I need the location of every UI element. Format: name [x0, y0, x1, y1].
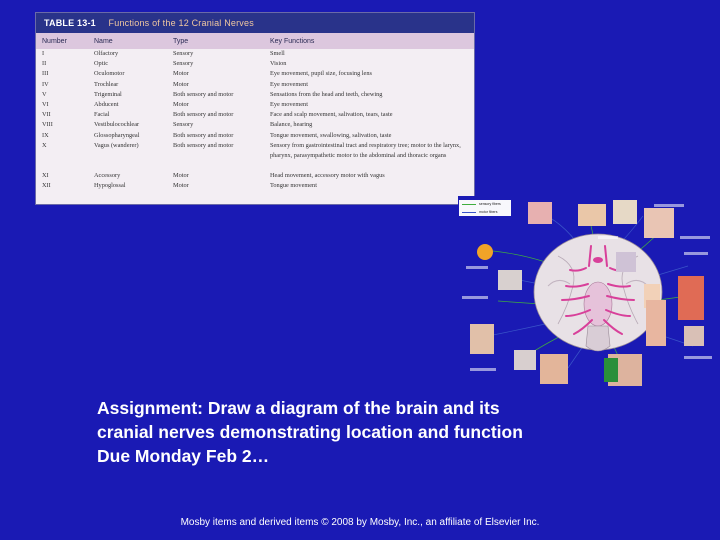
table-number: TABLE 13-1: [44, 18, 96, 28]
cell-name: Olfactory: [94, 50, 119, 57]
cell-number: IX: [42, 131, 49, 139]
cell-name: Facial: [94, 111, 110, 119]
assignment-line-1: Assignment: Draw a diagram of the brain …: [97, 398, 500, 418]
table-row: VI Abducent Motor Eye movement: [36, 100, 474, 110]
cell-name: Hypoglossal: [94, 182, 126, 190]
cell-key-functions: Sensory from gastrointestinal tract and …: [270, 141, 461, 160]
eye-thumbnail: [477, 244, 493, 260]
assignment-line-3: Due Monday Feb 2…: [97, 446, 270, 466]
cell-type: Motor: [173, 182, 189, 190]
cell-key-functions: Vision: [270, 60, 287, 68]
cell-number: XI: [42, 172, 49, 180]
assignment-text: Assignment: Draw a diagram of the brain …: [97, 396, 657, 468]
cell-type: Both sensory and motor: [173, 111, 234, 119]
cell-type: Both sensory and motor: [173, 90, 234, 98]
cell-number: V: [42, 90, 47, 98]
header-type: Type: [167, 33, 264, 49]
cell-key-functions: Tongue movement: [270, 182, 317, 190]
cell-type: Sensory: [173, 121, 194, 129]
cell-key-functions: Head movement, accessory motor with vagu…: [270, 172, 385, 180]
copyright-footer: Mosby items and derived items © 2008 by …: [180, 517, 540, 528]
cell-type: Motor: [173, 80, 189, 88]
table-row: V Trigeminal Both sensory and motor Sensati…: [36, 90, 474, 100]
cell-number: VI: [42, 101, 49, 109]
header-number: Number: [36, 33, 88, 49]
diagram-legend: sensory fibers motor fibers: [459, 200, 511, 216]
cell-name: Glossopharyngeal: [94, 131, 140, 139]
cell-name: Abducent: [94, 101, 119, 109]
table-caption: Functions of the 12 Cranial Nerves: [108, 18, 254, 28]
legend-item-motor: motor fibers: [459, 208, 511, 216]
table-row: XI Accessory Motor Head movement, accessory…: [36, 171, 474, 181]
cranial-nerves-table: TABLE 13-1 Functions of the 12 Cranial N…: [35, 12, 475, 205]
legend-item-sensory: sensory fibers: [459, 200, 511, 208]
cell-name: Vagus (wanderer): [94, 141, 139, 149]
cell-name: Accessory: [94, 172, 121, 180]
table-row: VIII Vestibulocochlear Sensory Balance, hea…: [36, 120, 474, 130]
legend-label-sensory: sensory fibers: [479, 202, 501, 206]
cell-key-functions: Face and scalp movement, salivation, tea…: [270, 111, 393, 119]
motor-swatch: [462, 211, 476, 213]
cell-name: Trigeminal: [94, 90, 122, 98]
table-row: VII Facial Both sensory and motor Face and …: [36, 110, 474, 120]
table-row: IX Glossopharyngeal Both sensory and motor…: [36, 131, 474, 141]
table-row: X Vagus (wanderer) Both sensory and motor S…: [36, 141, 474, 161]
cell-number: VIII: [42, 121, 53, 129]
table-row: XII Hypoglossal Motor Tongue movement: [36, 181, 474, 191]
cell-name: Trochlear: [94, 80, 119, 88]
cell-type: Both sensory and motor: [173, 131, 234, 139]
header-key-functions: Key Functions: [264, 33, 474, 49]
cell-key-functions: Eye movement: [270, 80, 308, 88]
cell-name: Optic: [94, 60, 108, 68]
brain-illustration: [533, 233, 663, 352]
cell-type: Motor: [173, 172, 189, 180]
header-name: Name: [88, 33, 167, 49]
cell-name: Vestibulocochlear: [94, 121, 140, 129]
legend-label-motor: motor fibers: [479, 210, 498, 214]
table-grid: Number Name Type Key Functions I Olfactor…: [36, 33, 474, 192]
table-row: III Oculomotor Motor Eye movement, pupil si…: [36, 69, 474, 79]
table-row: II Optic Sensory Vision: [36, 59, 474, 69]
cell-key-functions: Eye movement: [270, 101, 308, 109]
cell-number: IV: [42, 80, 49, 88]
table-row: IV Trochlear Motor Eye movement: [36, 80, 474, 90]
cell-type: Motor: [173, 70, 189, 78]
assignment-line-2: cranial nerves demonstrating location an…: [97, 422, 523, 442]
table-header-row: Number Name Type Key Functions: [36, 33, 474, 49]
cell-type: Both sensory and motor: [173, 141, 234, 149]
table-row: I Olfactory Sensory Smell: [36, 49, 474, 59]
table-spacer-row: [36, 161, 474, 171]
cell-type: Sensory: [173, 50, 194, 57]
cell-name: Oculomotor: [94, 70, 125, 78]
cell-number: VII: [42, 111, 51, 119]
sensory-swatch: [462, 203, 476, 205]
cell-key-functions: Eye movement, pupil size, focusing lens: [270, 70, 372, 78]
cell-key-functions: Balance, hearing: [270, 121, 313, 129]
cell-key-functions: Smell: [270, 50, 285, 57]
cell-key-functions: Tongue movement, swallowing, salivation,…: [270, 131, 392, 139]
cell-number: X: [42, 141, 47, 149]
cell-number: XII: [42, 182, 51, 190]
cell-number: II: [42, 60, 47, 68]
table-title-bar: TABLE 13-1 Functions of the 12 Cranial N…: [36, 13, 474, 33]
brain-cranial-nerves-diagram: [458, 196, 720, 390]
cell-number: I: [42, 50, 45, 57]
cell-type: Sensory: [173, 60, 194, 68]
cell-key-functions: Sensations from the head and teeth, chew…: [270, 90, 383, 98]
cell-number: III: [42, 70, 49, 78]
cell-type: Motor: [173, 101, 189, 109]
